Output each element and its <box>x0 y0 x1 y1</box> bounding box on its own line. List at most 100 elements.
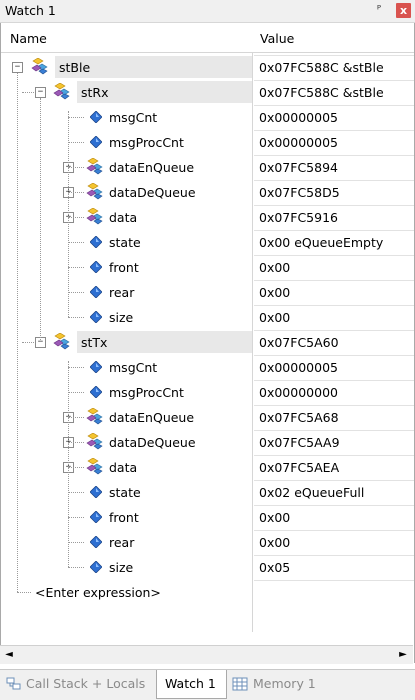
watch-value: 0x07FC588C &stBle <box>259 85 384 100</box>
watch-name: dataDeQueue <box>109 185 196 200</box>
enter-expression-label[interactable]: <Enter expression> <box>35 585 161 600</box>
horizontal-scrollbar[interactable]: ◄ ► <box>0 645 413 664</box>
watch-row[interactable]: size 0x00 <box>1 305 414 330</box>
watch-name: rear <box>109 285 135 300</box>
tree-line <box>68 467 84 468</box>
tree-line <box>68 442 84 443</box>
scroll-left-arrow[interactable]: ◄ <box>2 648 16 662</box>
watch-row[interactable]: + dataEnQueue 0x07FC5A68 <box>1 405 414 430</box>
watch-row[interactable]: front 0x00 <box>1 255 414 280</box>
tab-memory-1[interactable]: Memory 1 <box>232 670 332 698</box>
tree-line <box>22 92 34 93</box>
watch-value: 0x00000005 <box>259 110 338 125</box>
value-cell[interactable] <box>254 580 414 605</box>
tab-label: Watch 1 <box>165 676 216 691</box>
watch-row[interactable]: front 0x00 <box>1 505 414 530</box>
struct-icon <box>86 458 103 475</box>
tree-line <box>68 392 84 393</box>
watch-panel: Name Value − stBle 0x07FC588C &stBle − stRx 0… <box>0 23 415 663</box>
watch-row[interactable]: + dataEnQueue 0x07FC5894 <box>1 155 414 180</box>
watch-name: msgCnt <box>109 110 158 125</box>
watch-value: 0x05 <box>259 560 291 575</box>
scroll-right-arrow[interactable]: ► <box>396 648 410 662</box>
watch-name: state <box>109 485 141 500</box>
field-icon <box>90 311 102 323</box>
watch-row[interactable]: + dataDeQueue 0x07FC5AA9 <box>1 430 414 455</box>
close-icon[interactable]: x <box>396 3 411 18</box>
watch-row[interactable]: − stRx 0x07FC588C &stBle <box>1 80 414 105</box>
watch-name: front <box>109 510 139 525</box>
tab-call-stack-locals[interactable]: Call Stack + Locals <box>6 670 156 698</box>
tab-bar: Call Stack + Locals Watch 1 Memory 1 <box>0 669 415 700</box>
struct-icon <box>86 408 103 425</box>
watch-row[interactable]: state 0x02 eQueueFull <box>1 480 414 505</box>
struct-icon <box>86 158 103 175</box>
watch-row[interactable]: msgCnt 0x00000005 <box>1 105 414 130</box>
field-icon <box>90 536 102 548</box>
watch-row[interactable]: msgProcCnt 0x00000000 <box>1 380 414 405</box>
watch-name: msgProcCnt <box>109 385 184 400</box>
watch-row[interactable]: rear 0x00 <box>1 280 414 305</box>
watch-row[interactable]: msgProcCnt 0x00000005 <box>1 130 414 155</box>
pin-icon[interactable]: ᴾ <box>372 3 386 17</box>
watch-row[interactable]: + dataDeQueue 0x07FC58D5 <box>1 180 414 205</box>
watch-value: 0x07FC588C &stBle <box>259 60 384 75</box>
column-header-value[interactable]: Value <box>260 31 294 51</box>
watch-row[interactable]: + data 0x07FC5AEA <box>1 455 414 480</box>
watch-row[interactable]: state 0x00 eQueueEmpty <box>1 230 414 255</box>
watch-name: stTx <box>81 335 108 350</box>
watch-row[interactable]: + data 0x07FC5916 <box>1 205 414 230</box>
field-icon <box>90 261 102 273</box>
field-icon <box>90 511 102 523</box>
collapse-button[interactable]: − <box>35 87 46 98</box>
watch-row[interactable]: − stBle 0x07FC588C &stBle <box>1 55 414 80</box>
struct-icon <box>31 58 48 75</box>
watch-value: 0x07FC58D5 <box>259 185 340 200</box>
tree-line <box>68 367 84 368</box>
watch-value: 0x00000005 <box>259 135 338 150</box>
watch-name: dataEnQueue <box>109 160 195 175</box>
watch-value: 0x00 <box>259 285 291 300</box>
struct-icon <box>53 333 70 350</box>
watch-row[interactable]: rear 0x00 <box>1 530 414 555</box>
tree-line <box>68 542 84 543</box>
collapse-button[interactable]: − <box>12 62 23 73</box>
watch-value: 0x07FC5A68 <box>259 410 339 425</box>
tree-line <box>40 98 41 342</box>
watch-value: 0x02 eQueueFull <box>259 485 365 500</box>
watch-value: 0x07FC5AEA <box>259 460 340 475</box>
tree-line <box>17 73 18 592</box>
tree-line <box>68 567 84 568</box>
watch-row[interactable]: − stTx 0x07FC5A60 <box>1 330 414 355</box>
watch-value: 0x00000005 <box>259 360 338 375</box>
field-icon <box>90 111 102 123</box>
tab-watch-1[interactable]: Watch 1 <box>156 670 227 699</box>
tree-line <box>22 342 34 343</box>
watch-value: 0x07FC5916 <box>259 210 338 225</box>
tree-line <box>68 292 84 293</box>
tree-line <box>68 242 84 243</box>
watch-row[interactable]: size 0x05 <box>1 555 414 580</box>
watch-value: 0x00 <box>259 510 291 525</box>
tree-line <box>68 517 84 518</box>
watch-name: stBle <box>59 60 91 75</box>
struct-icon <box>53 83 70 100</box>
watch-name: size <box>109 560 134 575</box>
watch-name: data <box>109 210 138 225</box>
tree-line <box>68 192 84 193</box>
tree-line <box>68 142 84 143</box>
field-icon <box>90 236 102 248</box>
call-stack-icon <box>6 677 21 690</box>
watch-name: state <box>109 235 141 250</box>
watch-row[interactable]: msgCnt 0x00000005 <box>1 355 414 380</box>
tree-line <box>68 492 84 493</box>
enter-expression-row[interactable]: <Enter expression> <box>1 580 414 605</box>
watch-name: rear <box>109 535 135 550</box>
memory-icon <box>232 677 248 691</box>
watch-name: msgProcCnt <box>109 135 184 150</box>
column-header-name[interactable]: Name <box>10 31 47 51</box>
watch-value: 0x00 <box>259 260 291 275</box>
watch-value: 0x00000000 <box>259 385 338 400</box>
watch-name: dataEnQueue <box>109 410 195 425</box>
field-icon <box>90 561 102 573</box>
